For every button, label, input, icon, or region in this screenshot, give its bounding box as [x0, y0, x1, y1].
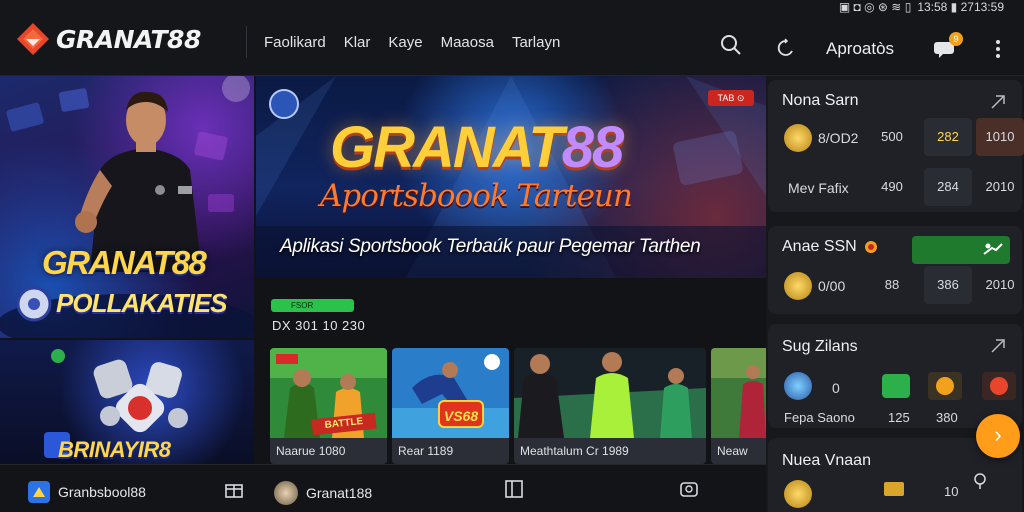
notifications-button[interactable]: 9: [934, 32, 964, 62]
team-icon: [784, 372, 812, 400]
promo-left-title: GRANAT88: [42, 244, 207, 281]
bottom-tab-granat[interactable]: Granat188: [274, 481, 372, 505]
row-label: Fepa Saono: [784, 410, 855, 425]
bottom-tab-label: Granat188: [306, 485, 373, 501]
odds-cell[interactable]: 88: [868, 266, 916, 304]
game-card[interactable]: Meathtalum Cr 1989: [514, 348, 706, 464]
score-zero: 0: [832, 380, 840, 396]
top-bar: GRANAT88 Faolikard Klar Kaye Maaosa Tarl…: [0, 0, 1024, 76]
flame-icon: [865, 241, 877, 253]
user-avatar: [274, 481, 298, 505]
brand-name: GRANAT88: [56, 24, 201, 54]
notification-badge: 9: [949, 32, 963, 46]
live-code: DX 301 10 230: [272, 318, 366, 333]
promo-banner-left-top[interactable]: GRANAT88 POLLAKATIES: [0, 76, 254, 338]
odds-row: Mev Fafix 490 284 2010: [768, 168, 1022, 208]
green-chip-icon[interactable]: [882, 374, 910, 398]
odds-cell[interactable]: 386: [924, 266, 972, 304]
nav-item-3[interactable]: Kaye: [388, 34, 422, 51]
nav-item-2[interactable]: Klar: [344, 34, 371, 51]
game-card[interactable]: Neaw: [711, 348, 766, 464]
live-tag[interactable]: FSOR: [271, 299, 354, 312]
card-banner: VS68: [438, 400, 484, 428]
panel-title: Nona Sarn: [782, 92, 859, 109]
logo-diamond-icon: [17, 23, 49, 55]
card-image: [514, 348, 706, 438]
ball-icon: [16, 286, 52, 322]
team-icon: [784, 124, 812, 152]
status-clock: 13:58 ▮ 2713:59: [917, 0, 1004, 14]
game-card[interactable]: VS68 Rear 1189: [392, 348, 509, 464]
bar-chart-icon: [884, 482, 904, 496]
bottom-tab-sportsbook[interactable]: Granbsbool88: [28, 481, 146, 503]
odds-panel: Nona Sarn 8/OD2 500 282 1010 Mev Fafix 4…: [768, 80, 1024, 212]
panel-title: Sug Zilans: [782, 338, 858, 355]
location-pin-icon[interactable]: [972, 472, 988, 490]
next-arrow-button[interactable]: ›: [976, 414, 1020, 458]
odds-cell[interactable]: 500: [868, 118, 916, 156]
hero-title: GRANAT88: [330, 114, 624, 181]
refresh-icon[interactable]: [776, 38, 796, 58]
odds-cell[interactable]: 282: [924, 118, 972, 156]
hero-caption: Aplikasi Sportsbook Terbaúk paur Pegemar…: [280, 236, 701, 257]
hero-title-main: GRANAT: [330, 115, 564, 180]
row-label: 0/00: [818, 278, 846, 294]
team-icon: [784, 272, 812, 300]
odds-cell[interactable]: 490: [868, 168, 916, 206]
gift-icon[interactable]: [224, 479, 244, 499]
orange-chip-icon[interactable]: [982, 372, 1016, 400]
promo-banner-left-bottom[interactable]: BRINAYIR8: [0, 340, 254, 464]
expand-arrow-icon[interactable]: [990, 94, 1006, 110]
app-window: GRANAT88 Faolikard Klar Kaye Maaosa Tarl…: [0, 0, 1024, 512]
panel-title: Nuea Vnaan: [782, 452, 871, 469]
card-label: Neaw: [717, 444, 748, 458]
row-label: 8/OD2: [818, 130, 859, 146]
card-image: [711, 348, 766, 438]
promo-left-subtitle: POLLAKATIES: [56, 288, 228, 318]
odds-row: 8/OD2 500 282 1010: [768, 118, 1024, 158]
hero-live-badge[interactable]: TAB ⊙: [708, 90, 754, 106]
odds-cell[interactable]: 284: [924, 168, 972, 206]
odds-cell[interactable]: 380: [936, 410, 958, 425]
promo-left-bottom-title: BRINAYIR8: [58, 437, 171, 462]
panel-title: Anae SSN: [782, 238, 857, 255]
odds-row: 0/00 88 386 2010: [768, 266, 1022, 306]
nav-item-5[interactable]: Tarlayn: [512, 34, 560, 51]
odds-cell[interactable]: 2010: [976, 168, 1024, 206]
hero-title-number: 88: [561, 115, 624, 180]
yellow-chip-icon[interactable]: [928, 372, 962, 400]
hero-subtitle: Aportsboook Tarteun: [320, 178, 633, 214]
header-divider: [246, 26, 247, 58]
bottom-bar: Granbsbool88 Granat188: [0, 464, 766, 512]
odds-cell[interactable]: 2010: [976, 266, 1024, 304]
brand-logo[interactable]: GRANAT88: [16, 22, 201, 56]
expand-arrow-icon[interactable]: [990, 338, 1006, 354]
nav-item-1[interactable]: Faolikard: [264, 34, 326, 51]
search-icon[interactable]: [720, 34, 742, 56]
row-label: Mev Fafix: [788, 180, 849, 196]
card-label: Naarue 1080: [276, 444, 346, 458]
layout-icon[interactable]: [504, 479, 524, 499]
more-options-icon[interactable]: [994, 40, 1002, 58]
odds-panel: Sug Zilans 0 Fepa Saono 125 380: [768, 324, 1022, 428]
team-icon: [784, 480, 812, 508]
player-kick-icon: [983, 243, 1003, 255]
status-glyphs: ▣ ◘ ◎ ⊛ ≋ ▯: [838, 0, 912, 14]
odds-cell[interactable]: 1010: [976, 118, 1024, 156]
app-icon: [28, 481, 50, 503]
bottom-tab-label: Granbsbool88: [58, 484, 146, 500]
share-icon[interactable]: [678, 477, 700, 499]
main-nav: Faolikard Klar Kaye Maaosa Tarlayn: [264, 34, 560, 51]
live-match-bar[interactable]: [912, 236, 1010, 264]
trend-value: 10: [944, 484, 959, 499]
card-label: Meathtalum Cr 1989: [520, 444, 629, 458]
hero-banner[interactable]: GRANAT88 Aportsboook Tarteun Aplikasi Sp…: [256, 76, 766, 278]
odds-cell[interactable]: 125: [888, 410, 910, 425]
nav-item-4[interactable]: Maaosa: [441, 34, 494, 51]
approvals-link[interactable]: Aproatòs: [826, 39, 894, 59]
card-label: Rear 1189: [398, 444, 454, 458]
system-status-bar: ▣ ◘ ◎ ⊛ ≋ ▯ 13:58 ▮ 2713:59: [839, 0, 1004, 14]
game-card[interactable]: BATTLE Naarue 1080: [270, 348, 387, 464]
